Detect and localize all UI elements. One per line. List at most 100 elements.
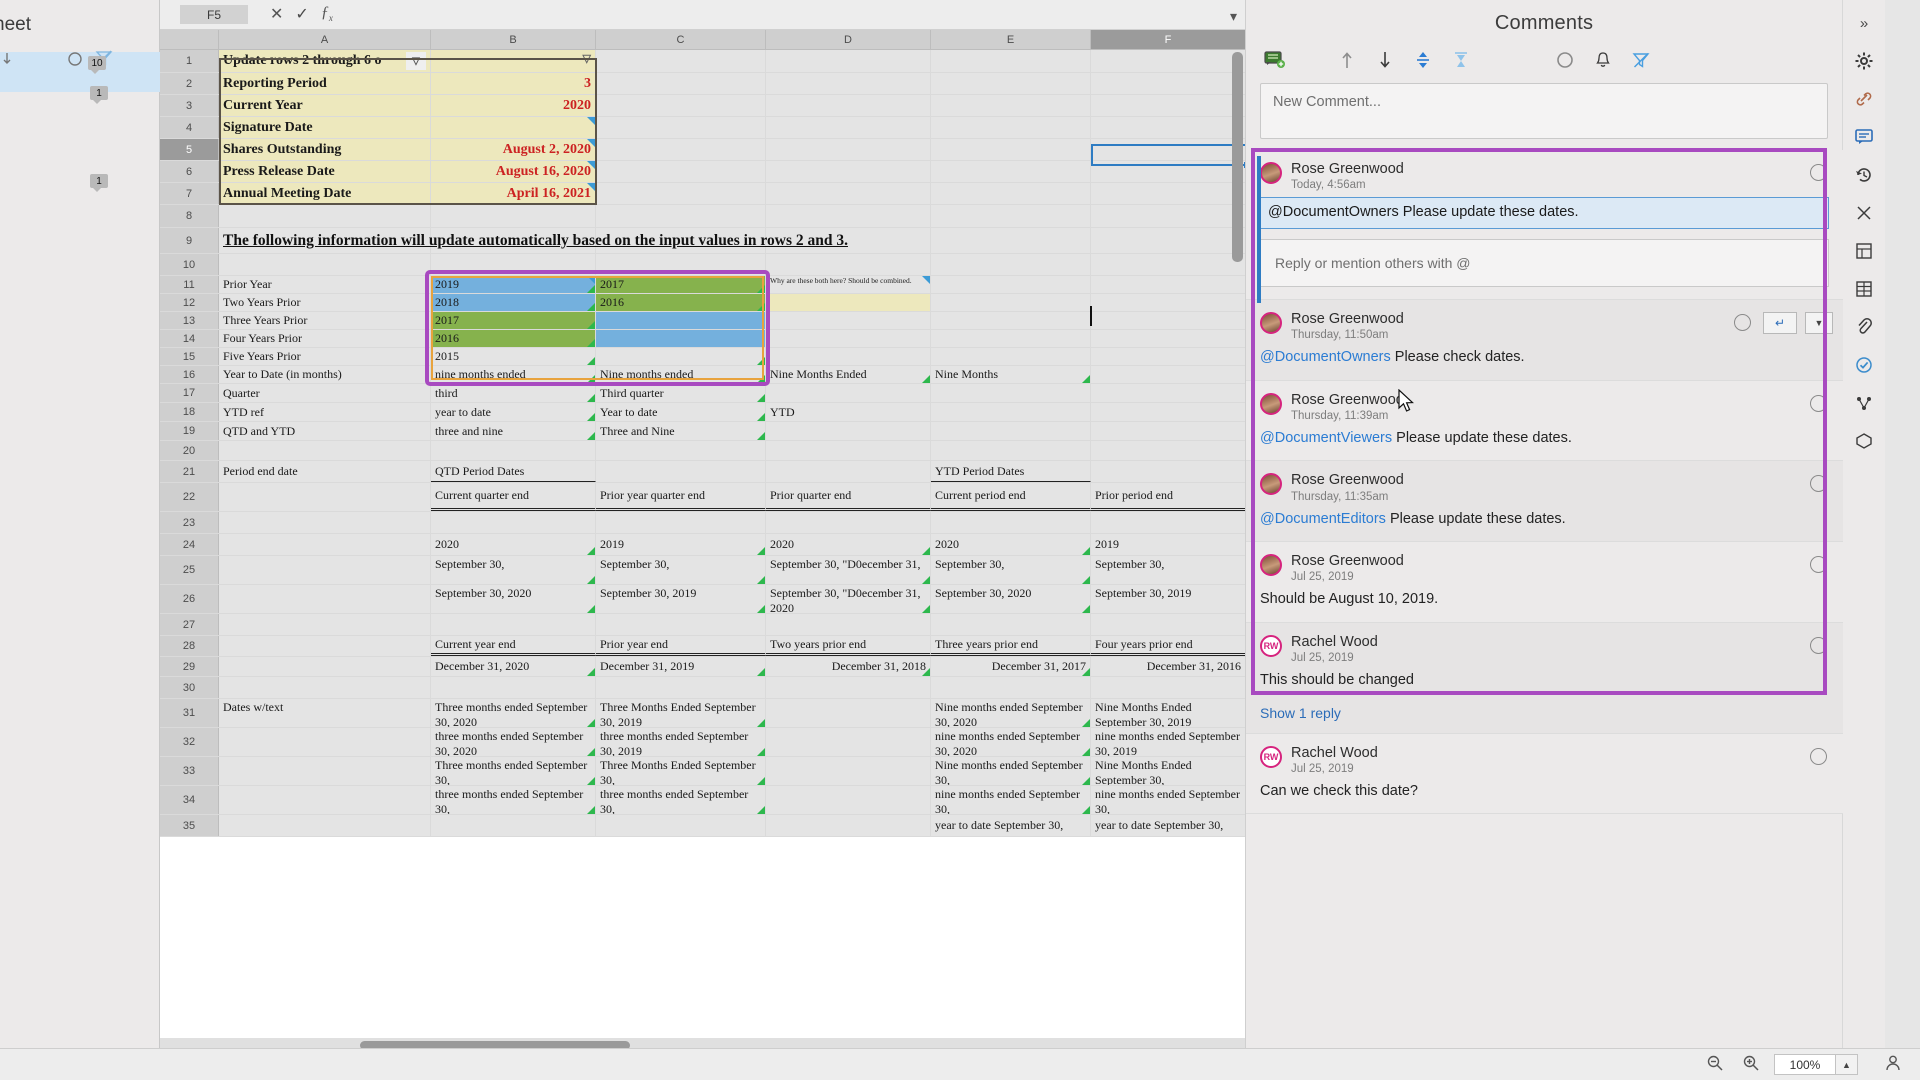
expand-panel-icon[interactable]: »: [1851, 10, 1877, 36]
cell-A16[interactable]: Year to Date (in months): [219, 366, 431, 383]
cell-B3[interactable]: 2020: [431, 95, 596, 116]
cell-F2[interactable]: [1091, 73, 1245, 94]
cell-D32[interactable]: [766, 728, 931, 756]
cell-D8[interactable]: [766, 205, 931, 227]
table-row[interactable]: 20: [160, 441, 1245, 461]
mention-tag[interactable]: @DocumentViewers: [1260, 430, 1392, 446]
cell-E29[interactable]: December 31, 2017: [931, 657, 1091, 676]
table-row[interactable]: 14 Four Years Prior 2016: [160, 330, 1245, 348]
cell-D6[interactable]: [766, 161, 931, 182]
cell-A23[interactable]: [219, 512, 431, 533]
cell-C15[interactable]: [596, 348, 766, 365]
cell-F32[interactable]: nine months ended September 30, 2019: [1091, 728, 1245, 756]
table-row[interactable]: 25 September 30, September 30, September 30…: [160, 556, 1245, 585]
formula-cut-icon[interactable]: [1851, 200, 1877, 226]
cell-E14[interactable]: [931, 330, 1091, 347]
comments-panel-icon[interactable]: [1851, 124, 1877, 150]
cell-E1[interactable]: [931, 50, 1091, 72]
validation-icon[interactable]: [1851, 352, 1877, 378]
cell-D10[interactable]: [766, 254, 931, 275]
cell-D17[interactable]: [766, 384, 931, 402]
cell-D11[interactable]: Why are these both here? Should be combi…: [766, 276, 931, 293]
next-comment-icon[interactable]: [1366, 45, 1404, 75]
row-header-32[interactable]: 32: [160, 728, 219, 756]
cell-D3[interactable]: [766, 95, 931, 116]
cell-A33[interactable]: [219, 757, 431, 785]
cell-F18[interactable]: [1091, 403, 1245, 421]
reply-inline-button[interactable]: ↵: [1763, 311, 1797, 334]
cell-B8[interactable]: [431, 205, 596, 227]
function-icon[interactable]: ƒx: [321, 5, 333, 23]
column-header-A[interactable]: A: [219, 30, 431, 49]
row-header-28[interactable]: 28: [160, 636, 219, 656]
cell-D23[interactable]: [766, 512, 931, 533]
cell-E35[interactable]: year to date September 30,: [931, 815, 1091, 836]
cell-A11[interactable]: Prior Year: [219, 276, 431, 293]
cell-E21[interactable]: YTD Period Dates: [931, 461, 1091, 482]
comment-menu-chevron-down-icon[interactable]: ▼: [1805, 311, 1833, 334]
row-header-22[interactable]: 22: [160, 483, 219, 511]
history-icon[interactable]: [1851, 162, 1877, 188]
name-box[interactable]: F5: [180, 5, 248, 24]
row-header-9[interactable]: 9: [160, 228, 219, 253]
comment-item[interactable]: Rose Greenwood Jul 25, 2019 Should be Augu…: [1246, 542, 1843, 623]
cell-B4[interactable]: [431, 117, 596, 138]
cell-C30[interactable]: [596, 677, 766, 698]
cell-A13[interactable]: Three Years Prior: [219, 312, 431, 329]
filter-off-icon[interactable]: [1622, 45, 1660, 75]
cell-E32[interactable]: nine months ended September 30, 2020: [931, 728, 1091, 756]
cell-F16[interactable]: [1091, 366, 1245, 383]
resolve-icon[interactable]: [1546, 45, 1584, 75]
cell-F8[interactable]: [1091, 205, 1245, 227]
table-row[interactable]: 23: [160, 512, 1245, 534]
cell-E28[interactable]: Three years prior end: [931, 636, 1091, 656]
cell-E31[interactable]: Nine months ended September 30, 2020: [931, 699, 1091, 727]
cell-F7[interactable]: [1091, 183, 1245, 204]
cell-A14[interactable]: Four Years Prior: [219, 330, 431, 347]
cell-A21[interactable]: Period end date: [219, 461, 431, 482]
resolve-comment-button[interactable]: [1734, 313, 1751, 331]
cell-C3[interactable]: [596, 95, 766, 116]
cell-B19[interactable]: three and nine: [431, 422, 596, 440]
cell-C23[interactable]: [596, 512, 766, 533]
table-row[interactable]: 9 The following information will update a…: [160, 228, 1245, 254]
cell-C16[interactable]: Nine months ended: [596, 366, 766, 383]
cell-F21[interactable]: [1091, 461, 1245, 482]
row-header-17[interactable]: 17: [160, 384, 219, 402]
cell-B28[interactable]: Current year end: [431, 636, 596, 656]
vertical-scrollbar[interactable]: [1232, 52, 1243, 822]
cell-A34[interactable]: [219, 786, 431, 814]
cell-F26[interactable]: September 30, 2019: [1091, 585, 1245, 613]
comments-list[interactable]: Rose Greenwood Today, 4:56am @DocumentOwne…: [1246, 150, 1843, 1052]
filter-off-icon[interactable]: ▽: [583, 52, 591, 65]
cell-A26[interactable]: [219, 585, 431, 613]
cell-B31[interactable]: Three months ended September 30, 2020: [431, 699, 596, 727]
table-row[interactable]: 12 Two Years Prior 2018 2016: [160, 294, 1245, 312]
table-row[interactable]: 30: [160, 677, 1245, 699]
cell-C11[interactable]: 2017: [596, 276, 766, 293]
cell-D5[interactable]: [766, 139, 931, 160]
cell-D19[interactable]: [766, 422, 931, 440]
cell-C17[interactable]: Third quarter: [596, 384, 766, 402]
cell-F12[interactable]: [1091, 294, 1245, 311]
cell-A9[interactable]: The following information will update au…: [219, 228, 848, 253]
row-header-3[interactable]: 3: [160, 95, 219, 116]
cell-C6[interactable]: [596, 161, 766, 182]
cell-F10[interactable]: [1091, 254, 1245, 275]
cell-B5[interactable]: August 2, 2020: [431, 139, 596, 160]
cell-C14[interactable]: [596, 330, 766, 347]
attachment-icon[interactable]: [1851, 314, 1877, 340]
row-header-7[interactable]: 7: [160, 183, 219, 204]
cell-C1[interactable]: [596, 50, 766, 72]
row-header-30[interactable]: 30: [160, 677, 219, 698]
cell-C35[interactable]: [596, 815, 766, 836]
cell-D2[interactable]: [766, 73, 931, 94]
cell-A2[interactable]: Reporting Period: [219, 73, 431, 94]
cell-B13[interactable]: 2017: [431, 312, 596, 329]
cell-D26[interactable]: September 30, "D0ecember 31, 2020: [766, 585, 931, 613]
table-row[interactable]: 17 Quarter third Third quarter: [160, 384, 1245, 403]
row-header-13[interactable]: 13: [160, 312, 219, 329]
cell-F25[interactable]: September 30,: [1091, 556, 1245, 584]
relations-icon[interactable]: [1851, 390, 1877, 416]
row-header-23[interactable]: 23: [160, 512, 219, 533]
